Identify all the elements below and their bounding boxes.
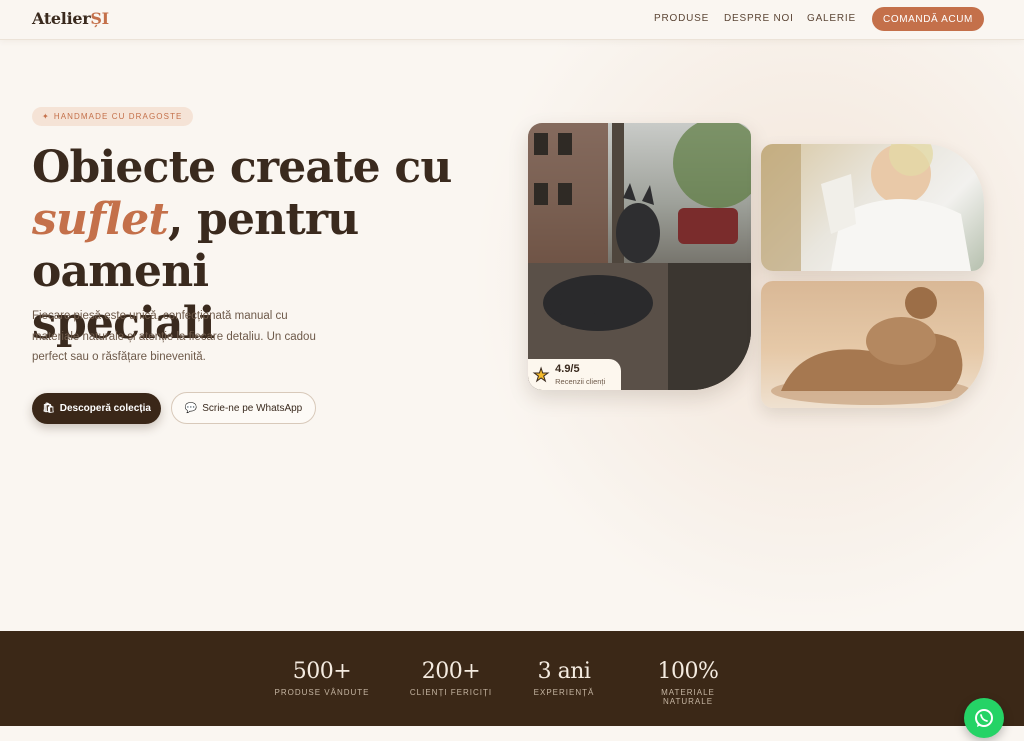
cat-statue-illustration	[528, 123, 751, 390]
headline-emphasis: suflet	[32, 194, 169, 245]
stat-products: 500+ PRODUSE VÂNDUTE	[274, 659, 370, 697]
discover-collection-button[interactable]: 🛍 Descoperă colecția	[32, 393, 161, 424]
logo-main: Atelier	[32, 9, 91, 28]
whatsapp-float-button[interactable]	[964, 698, 1004, 738]
clay-figurine-illustration	[771, 287, 971, 405]
whatsapp-write-label: Scrie-ne pe WhatsApp	[202, 402, 303, 414]
star-icon: ★	[532, 364, 550, 385]
logo-accent: ȘI	[90, 9, 109, 28]
stat-label: MATERIALE NATURALE	[661, 688, 715, 706]
stat-experience: 3 ani EXPERIENȚĂ	[530, 659, 598, 697]
footer-strip	[0, 726, 1024, 741]
cat-statue-image	[528, 123, 751, 390]
clay-figurine-image	[761, 281, 984, 408]
rating-label: Recenzii clienți	[555, 377, 606, 386]
whatsapp-icon	[975, 709, 993, 727]
stat-label: PRODUSE VÂNDUTE	[274, 688, 370, 697]
hero-subtitle: Fiecare piesă este unică, confecționată …	[32, 310, 316, 363]
stat-value: 100%	[657, 659, 719, 684]
bag-icon: 🛍	[42, 403, 55, 414]
headline-line-1: Obiecte create cu	[32, 142, 452, 193]
nav-produse[interactable]: PRODUSE	[654, 13, 709, 24]
smiling-woman-image	[761, 144, 984, 271]
whatsapp-write-button[interactable]: 💬 Scrie-ne pe WhatsApp	[171, 392, 316, 424]
stat-materials: 100% MATERIALE NATURALE	[636, 659, 740, 706]
nav-despre-noi[interactable]: DESPRE NOI	[724, 13, 794, 24]
site-header: AtelierȘI PRODUSE DESPRE NOI GALERIE COM…	[0, 0, 1024, 40]
smiling-woman-illustration	[761, 144, 971, 271]
nav-galerie[interactable]: GALERIE	[807, 13, 856, 24]
stat-value: 3 ani	[537, 659, 591, 684]
sparkle-icon: ✦	[42, 112, 50, 121]
handmade-badge: ✦ HANDMADE CU DRAGOSTE	[32, 107, 193, 126]
stat-label: EXPERIENȚĂ	[533, 688, 595, 697]
stat-value: 200+	[421, 659, 481, 684]
rating-value: 4.9/5	[555, 363, 580, 375]
stats-band: 500+ PRODUSE VÂNDUTE 200+ CLIENȚI FERICI…	[0, 631, 1024, 726]
discover-collection-label: Descoperă colecția	[59, 403, 151, 414]
chat-icon: 💬	[184, 402, 198, 414]
stat-value: 500+	[292, 659, 352, 684]
stat-label: CLIENȚI FERICIȚI	[409, 688, 493, 697]
badge-label: HANDMADE CU DRAGOSTE	[53, 112, 183, 121]
logo[interactable]: AtelierȘI	[32, 9, 109, 28]
stat-clients: 200+ CLIENȚI FERICIȚI	[407, 659, 495, 697]
rating-card: ★ 4.9/5 Recenzii clienți	[528, 359, 621, 390]
order-now-button[interactable]: COMANDĂ ACUM	[872, 7, 984, 31]
